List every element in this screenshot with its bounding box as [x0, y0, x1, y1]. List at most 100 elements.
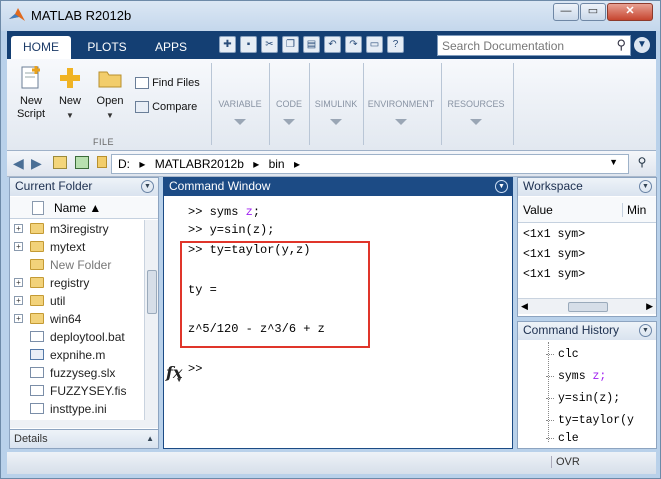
environment-section[interactable]: ENVIRONMENT [365, 99, 437, 125]
folder-icon [97, 156, 107, 168]
simulink-section[interactable]: SIMULINK [311, 99, 361, 125]
section-divider [513, 63, 514, 145]
workspace-row[interactable]: <1x1 sym> [523, 268, 585, 281]
expand-icon[interactable]: + [14, 278, 23, 287]
scroll-thumb[interactable] [147, 270, 157, 314]
folder-item-label: New Folder [50, 258, 112, 272]
search-placeholder: Search Documentation [442, 39, 565, 53]
minimize-button[interactable]: — [553, 3, 579, 21]
folder-list-item[interactable]: + mytext [10, 238, 144, 256]
expand-icon[interactable]: ▲ [146, 434, 154, 443]
maximize-button[interactable]: ▭ [580, 3, 606, 21]
new-quick-icon[interactable]: ✚ [219, 36, 236, 53]
help-icon[interactable]: ? [387, 36, 404, 53]
save-icon[interactable]: ▪ [240, 36, 257, 53]
close-button[interactable]: ✕ [607, 3, 653, 21]
scroll-thumb[interactable] [568, 302, 608, 312]
tab-apps[interactable]: APPS [141, 36, 201, 59]
chevron-down-icon [395, 119, 407, 125]
find-files-button[interactable]: Find Files [135, 77, 200, 90]
expand-icon[interactable]: + [14, 314, 23, 323]
history-item[interactable]: syms z; [546, 370, 606, 383]
browse-folder-icon[interactable] [75, 156, 89, 169]
expand-icon[interactable]: + [14, 224, 23, 233]
search-icon[interactable]: ⚲ [616, 37, 626, 53]
window-title: MATLAB R2012b [31, 8, 132, 23]
cut-icon[interactable]: ✂ [261, 36, 278, 53]
path-segment[interactable]: D: [118, 157, 130, 171]
compare-button[interactable]: Compare [135, 101, 197, 114]
folder-list-item[interactable]: + m3iregistry [10, 220, 144, 238]
section-divider [441, 63, 442, 145]
history-tree-line [548, 342, 549, 442]
path-segment[interactable]: MATLABR2012b [155, 157, 244, 171]
folder-list-item[interactable]: + registry [10, 274, 144, 292]
back-arrow-icon[interactable]: ◀ [13, 155, 24, 172]
new-script-button[interactable]: New Script [13, 65, 49, 121]
folder-list-item[interactable]: + win64 [10, 310, 144, 328]
workspace-row[interactable]: <1x1 sym> [523, 228, 585, 241]
folder-list-item[interactable]: deploytool.bat [10, 328, 144, 346]
panel-actions-icon[interactable]: ▼ [639, 324, 652, 337]
folder-icon [30, 295, 44, 306]
paste-icon[interactable]: ▤ [303, 36, 320, 53]
current-folder-panel: Current Folder ▼ Name ▲ + m3iregistry + myt… [9, 177, 159, 449]
name-column-header[interactable]: Name ▲ [54, 201, 101, 215]
expand-toolstrip-icon[interactable]: ▼ [634, 37, 650, 53]
history-item[interactable]: ty=taylor(y [546, 414, 634, 427]
forward-arrow-icon[interactable]: ▶ [31, 155, 42, 172]
path-separator: ▸ [253, 157, 260, 171]
command-window-body[interactable]: >> syms z; >> y=sin(z); >> ty=taylor(y,z… [164, 197, 512, 448]
command-prompt[interactable]: >> [188, 362, 202, 376]
open-folder-icon [98, 71, 122, 88]
up-folder-icon[interactable] [53, 156, 67, 169]
resources-section[interactable]: RESOURCES [443, 99, 509, 125]
folder-item-label: FUZZYSEY.fis [50, 384, 127, 398]
code-section[interactable]: CODE [271, 99, 307, 125]
panel-actions-icon[interactable]: ▼ [639, 180, 652, 193]
new-button[interactable]: New ▼ [53, 65, 87, 122]
open-button[interactable]: Open ▼ [93, 65, 127, 122]
chevron-down-icon [330, 119, 342, 125]
history-item[interactable]: y=sin(z); [546, 392, 620, 405]
folder-list-item[interactable]: + util [10, 292, 144, 310]
vertical-scrollbar[interactable] [144, 220, 158, 420]
folder-list-item[interactable]: FUZZYSEY.fis [10, 382, 144, 400]
panel-actions-icon[interactable]: ▼ [495, 180, 508, 193]
redo-icon[interactable]: ↷ [345, 36, 362, 53]
chevron-down-icon[interactable]: ▼ [609, 157, 618, 167]
workspace-row[interactable]: <1x1 sym> [523, 248, 585, 261]
path-field[interactable]: D: ▸ MATLABR2012b ▸ bin ▸ ▼ [111, 154, 629, 174]
panel-actions-icon[interactable]: ▼ [141, 180, 154, 193]
scroll-right-icon[interactable]: ▶ [646, 301, 653, 312]
search-documentation-input[interactable]: Search Documentation ⚲ [437, 35, 631, 56]
chevron-down-icon [283, 119, 295, 125]
expand-icon[interactable]: + [14, 296, 23, 305]
folder-list-item[interactable]: fuzzyseg.slx [10, 364, 144, 382]
highlight-box [180, 241, 370, 348]
folder-list-item[interactable]: New Folder [10, 256, 144, 274]
details-panel[interactable]: Details ▲ [9, 429, 159, 449]
horizontal-scrollbar[interactable] [10, 420, 158, 428]
min-column-header[interactable]: Min [622, 203, 646, 217]
horizontal-scrollbar[interactable]: ◀ ▶ [518, 298, 656, 314]
undo-icon[interactable]: ↶ [324, 36, 341, 53]
variable-section[interactable]: VARIABLE [215, 99, 265, 125]
chevron-down-icon[interactable]: ▼ [177, 377, 181, 385]
history-item[interactable]: clc [546, 348, 579, 361]
tab-home[interactable]: HOME [11, 36, 71, 59]
switch-windows-icon[interactable]: ▭ [366, 36, 383, 53]
chevron-down-icon [470, 119, 482, 125]
path-segment[interactable]: bin [269, 157, 285, 171]
history-item[interactable]: cle [546, 432, 579, 445]
tab-plots[interactable]: PLOTS [77, 36, 137, 59]
scroll-left-icon[interactable]: ◀ [521, 301, 528, 312]
command-line: >> y=sin(z); [188, 223, 275, 237]
search-icon[interactable]: ⚲ [633, 155, 651, 173]
copy-icon[interactable]: ❐ [282, 36, 299, 53]
expand-icon[interactable]: + [14, 242, 23, 251]
folder-list-item[interactable]: insttype.ini [10, 400, 144, 418]
command-window-panel: Command Window ▼ >> syms z; >> y=sin(z);… [163, 177, 513, 449]
value-column-header[interactable]: Value [523, 203, 553, 217]
folder-list-item[interactable]: expnihe.m [10, 346, 144, 364]
